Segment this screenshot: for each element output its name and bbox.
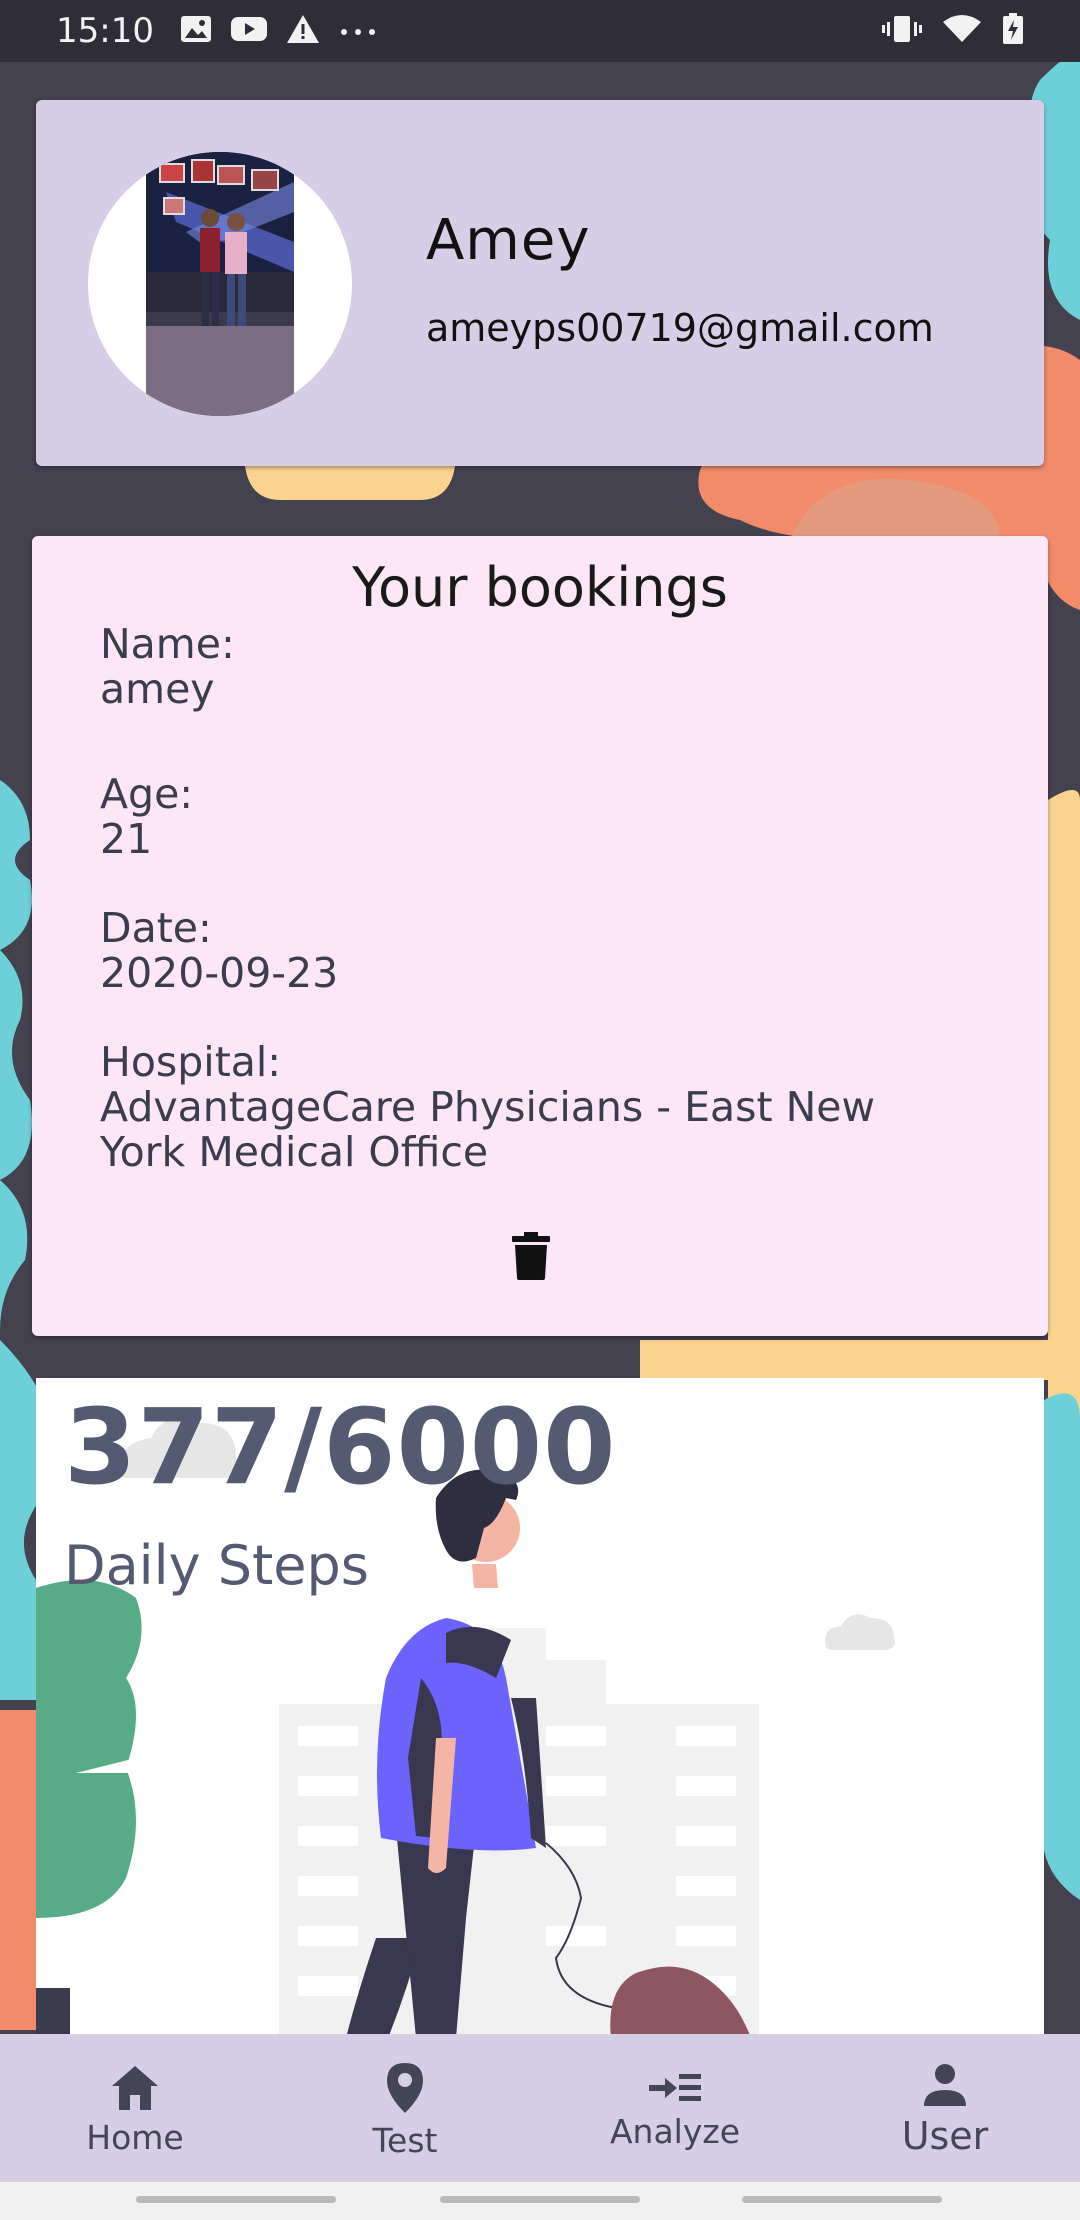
profile-email: ameyps00719@gmail.com	[426, 306, 934, 350]
booking-date-label: Date:	[100, 904, 212, 952]
booking-hospital-field: Hospital: AdvantageCare Physicians - Eas…	[100, 1040, 960, 1175]
wifi-icon	[942, 14, 982, 48]
profile-photo	[146, 152, 294, 416]
battery-icon	[1002, 13, 1024, 49]
nav-label-user: User	[901, 2114, 989, 2158]
bottom-navigation: Home Test Analyze User	[0, 2034, 1080, 2182]
booking-age-label: Age:	[100, 770, 194, 818]
home-icon	[112, 2065, 158, 2110]
status-bar: 15:10	[0, 0, 1080, 62]
status-time: 15:10	[56, 11, 154, 51]
booking-date-value: 2020-09-23	[100, 949, 339, 997]
avatar[interactable]	[88, 152, 352, 416]
nav-label-analyze: Analyze	[609, 2111, 741, 2151]
gesture-pill-center[interactable]	[440, 2196, 640, 2203]
booking-hospital-label: Hospital:	[100, 1038, 282, 1086]
system-gesture-bar	[0, 2182, 1080, 2220]
booking-age-field: Age: 21	[100, 772, 193, 862]
nav-item-user[interactable]: User	[810, 2034, 1080, 2182]
bookings-card: Your bookings Name: amey Age: 21 Date: 2…	[32, 536, 1048, 1336]
daily-steps-card: 377/6000 Daily Steps	[36, 1378, 1044, 2038]
nav-item-test[interactable]: Test	[270, 2034, 540, 2182]
booking-age-value: 21	[100, 815, 153, 863]
person-icon	[924, 2064, 966, 2106]
steps-count: 377/6000	[64, 1386, 617, 1508]
booking-date-field: Date: 2020-09-23	[100, 906, 338, 996]
analyze-icon	[649, 2073, 701, 2101]
gesture-pill-left[interactable]	[136, 2196, 336, 2203]
gallery-notification-icon	[180, 14, 212, 48]
nav-item-home[interactable]: Home	[0, 2034, 270, 2182]
bookings-title: Your bookings	[352, 556, 728, 619]
booking-hospital-value: AdvantageCare Physicians - East New York…	[100, 1083, 876, 1176]
youtube-notification-icon	[230, 15, 268, 47]
trash-icon	[512, 1232, 550, 1280]
profile-card: Amey ameyps00719@gmail.com	[36, 100, 1044, 466]
nav-item-analyze[interactable]: Analyze	[540, 2034, 810, 2182]
vibrate-icon	[882, 14, 922, 48]
nav-label-home: Home	[86, 2117, 184, 2157]
booking-name-field: Name: amey	[100, 622, 235, 712]
profile-name: Amey	[426, 208, 591, 273]
steps-label: Daily Steps	[64, 1534, 369, 1597]
booking-name-value: amey	[100, 665, 215, 713]
more-notifications-icon	[338, 22, 378, 41]
nav-label-test: Test	[372, 2120, 438, 2160]
gesture-pill-right[interactable]	[742, 2196, 942, 2203]
warning-notification-icon	[286, 14, 320, 48]
delete-booking-button[interactable]	[504, 1226, 558, 1286]
booking-name-label: Name:	[100, 620, 235, 668]
location-pin-icon	[387, 2062, 423, 2113]
